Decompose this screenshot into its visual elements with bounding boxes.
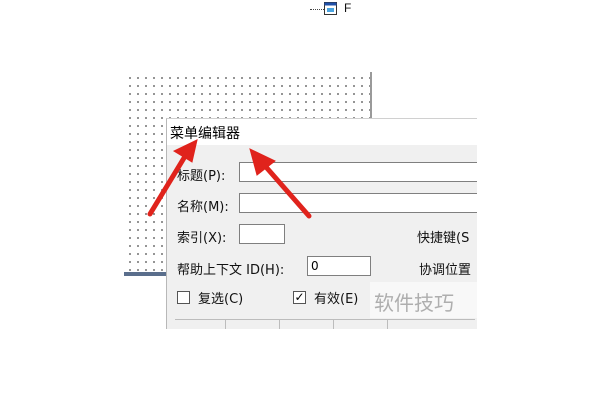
caption-label: 标题(P): <box>177 169 226 184</box>
shortcut-label: 快捷键(S <box>417 231 470 246</box>
index-label: 索引(X): <box>177 231 227 246</box>
negotiate-position-label: 协调位置 <box>419 263 472 278</box>
checked-checkbox[interactable] <box>177 291 190 304</box>
dialog-title: 菜单编辑器 <box>170 126 240 142</box>
watermark-text: 软件技巧 <box>374 291 454 315</box>
help-context-input[interactable]: 0 <box>307 256 371 276</box>
caption-input[interactable] <box>239 162 477 182</box>
name-label: 名称(M): <box>177 200 229 215</box>
dialog-titlebar[interactable]: 菜单编辑器 <box>167 119 477 145</box>
tree-connector-line <box>310 9 324 10</box>
tree-item-label[interactable]: F <box>344 1 351 15</box>
name-input[interactable] <box>239 193 477 213</box>
help-context-label: 帮助上下文 ID(H): <box>177 263 285 278</box>
arrow-buttons-row <box>175 319 475 329</box>
enabled-checkbox-label[interactable]: 有效(E) <box>314 288 358 307</box>
checked-checkbox-label[interactable]: 复选(C) <box>198 288 243 307</box>
enabled-checkbox[interactable]: ✓ <box>293 291 306 304</box>
index-input[interactable] <box>239 224 285 244</box>
form-icon <box>324 2 337 15</box>
